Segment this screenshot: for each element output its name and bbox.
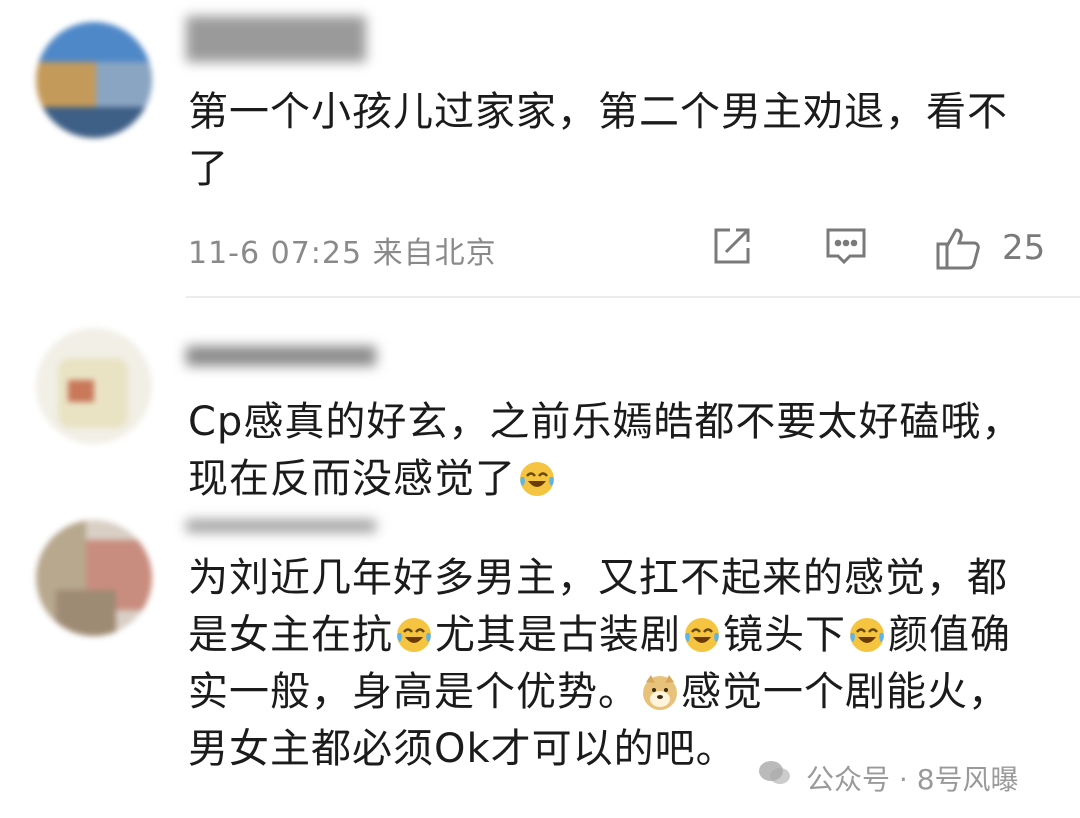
comment-text-part: 尤其是古装剧 [435,612,681,658]
comment-text: 第一个小孩儿过家家，第二个男主劝退，看不了 [188,89,1008,192]
divider [186,296,1080,298]
username-blurred[interactable] [186,336,386,376]
comment-text: Cp感真的好玄，之前乐嫣皓都不要太好磕哦，现在反而没感觉了 [188,394,1048,508]
avatar[interactable] [36,520,152,636]
username-blurred[interactable] [186,8,376,62]
comment-item: 第一个小孩儿过家家，第二个男主劝退，看不了 11-6 07:25 来自北京 25 [0,0,1080,300]
wechat-icon [758,758,792,795]
laughing-tears-emoji [682,614,722,654]
comment-icon[interactable] [824,224,868,272]
laughing-tears-emoji [517,458,557,498]
watermark-text: 公众号 · 8号风曝 [806,763,1019,796]
comment-item: Cp感真的好玄，之前乐嫣皓都不要太好磕哦，现在反而没感觉了 [0,300,1080,510]
avatar[interactable] [36,22,152,138]
doge-emoji [640,671,680,711]
thumbs-up-icon[interactable] [934,224,982,276]
comment-text-part: 镜头下 [723,612,846,658]
laughing-tears-emoji [847,614,887,654]
share-icon[interactable] [710,224,754,272]
comment-meta: 11-6 07:25 来自北京 [188,236,497,271]
like-count: 25 [1002,228,1046,268]
comment-text-content: Cp感真的好玄，之前乐嫣皓都不要太好磕哦，现在反而没感觉了 [188,399,1023,502]
comment-actions: 25 [700,222,1060,282]
watermark: 公众号 · 8号风曝 [759,758,1019,798]
comment-text: 为刘近几年好多男主，又扛不起来的感觉，都是女主在抗 尤其是古装剧 镜头下 颜值确实一般… [188,550,1048,778]
laughing-tears-emoji [394,614,434,654]
avatar[interactable] [36,328,152,444]
username-blurred[interactable] [186,514,386,554]
